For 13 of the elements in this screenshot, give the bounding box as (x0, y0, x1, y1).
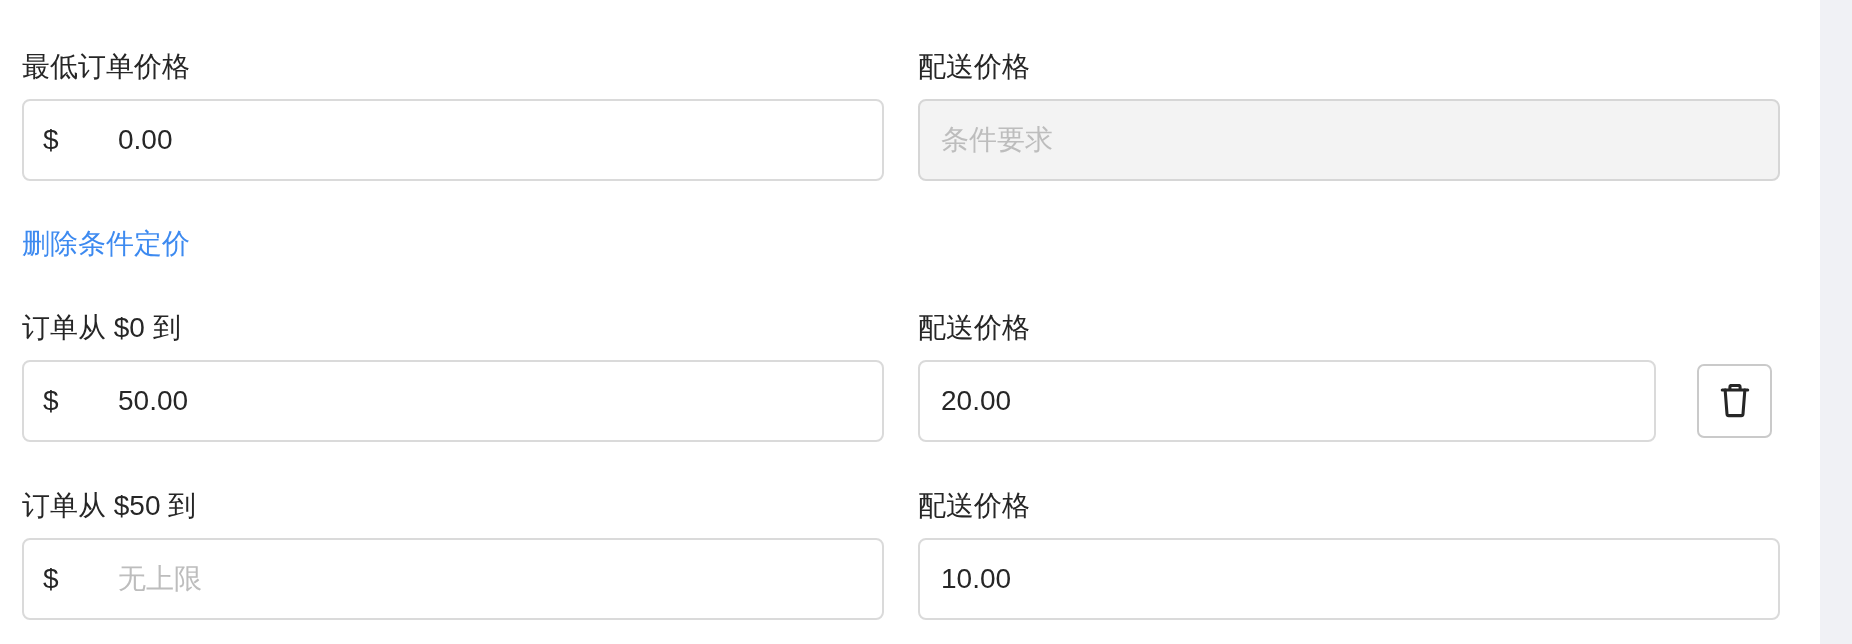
shipping-price-field[interactable]: 10.00 (918, 538, 1780, 620)
delete-button[interactable] (1697, 364, 1772, 438)
shipping-price-field[interactable]: 20.00 (918, 360, 1656, 442)
field-label: 配送价格 (918, 489, 1030, 523)
field-label: 订单从 $0 到 (22, 311, 181, 345)
trash-icon (1719, 384, 1750, 418)
field-label: 配送价格 (918, 50, 1030, 84)
currency-prefix: $ (43, 123, 59, 157)
field-label: 配送价格 (918, 311, 1030, 345)
currency-prefix: $ (43, 562, 59, 596)
field-label: 最低订单价格 (22, 50, 190, 84)
currency-prefix: $ (43, 384, 59, 418)
field-label: 订单从 $50 到 (22, 489, 197, 523)
